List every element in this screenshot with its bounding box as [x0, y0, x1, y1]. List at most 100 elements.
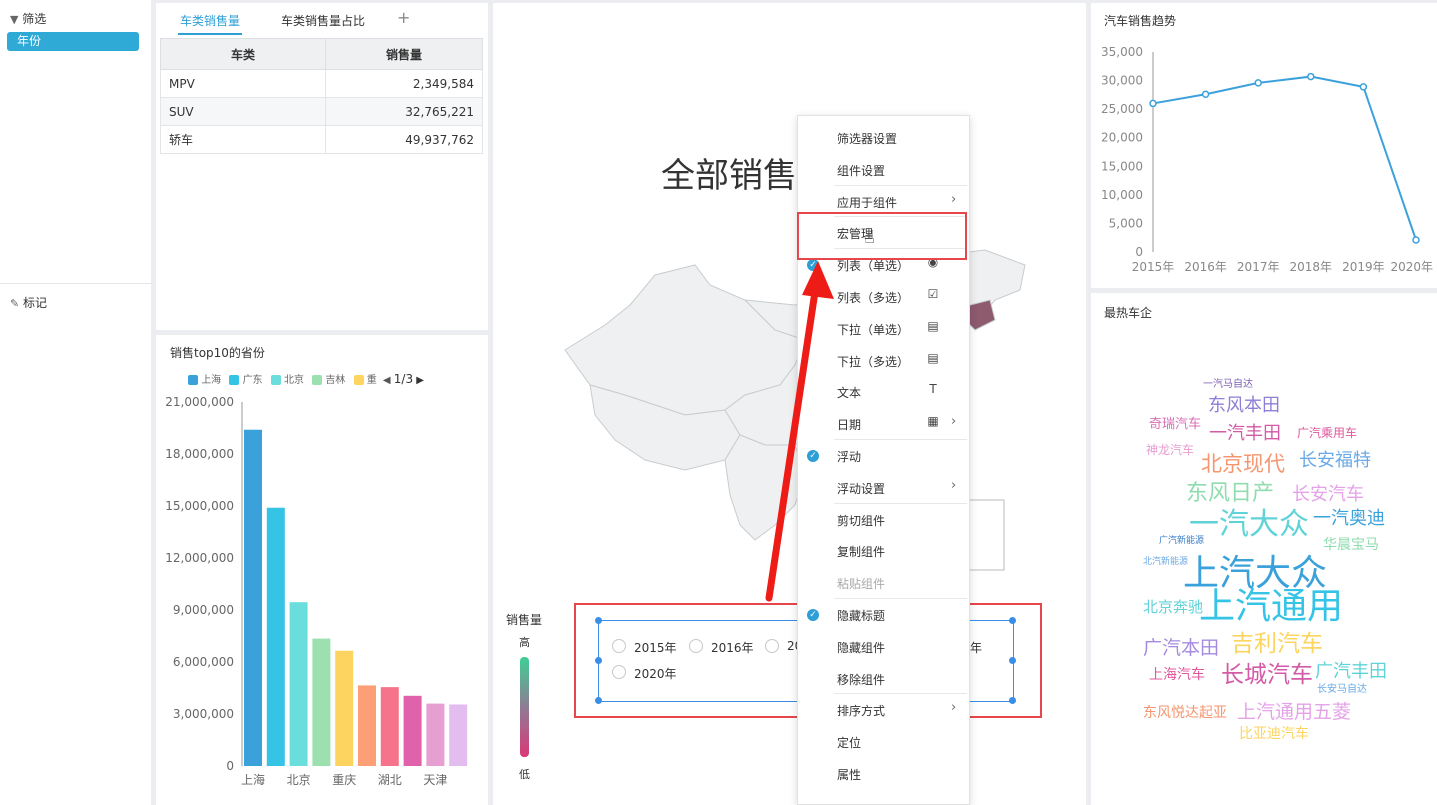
data-point[interactable] — [1254, 79, 1262, 87]
wordcloud-word[interactable]: 比亚迪汽车 — [1239, 727, 1309, 741]
legend-item[interactable]: 上海 — [188, 375, 221, 386]
menu-item-label: 文本 — [837, 386, 862, 401]
x-tick-label: 天津 — [423, 773, 447, 787]
legend-page: 1/3 — [393, 372, 414, 386]
wordcloud-word[interactable]: 一汽大众 — [1189, 510, 1309, 540]
y-tick-label: 0 — [226, 759, 234, 773]
wordcloud-word[interactable]: 神龙汽车 — [1146, 444, 1194, 456]
column-header-sales[interactable]: 销售量 — [325, 38, 483, 70]
menu-item[interactable]: 组件设置 — [798, 154, 968, 186]
wordcloud-word[interactable]: 东风本田 — [1208, 397, 1280, 415]
x-tick-label: 2016年 — [1184, 260, 1227, 274]
data-point[interactable] — [1412, 236, 1420, 244]
line-chart-title: 汽车销售趋势 — [1104, 14, 1177, 28]
wordcloud-word[interactable]: 一汽奥迪 — [1313, 510, 1385, 528]
wordcloud-word[interactable]: 北京现代 — [1201, 454, 1285, 475]
tab-sales-volume[interactable]: 车类销售量 — [180, 12, 240, 29]
map-title: 全部销售 — [661, 156, 797, 196]
menu-item-label: 粘贴组件 — [837, 577, 886, 592]
map-legend-title: 销售量 — [506, 613, 543, 627]
data-point[interactable] — [1307, 72, 1315, 81]
wordcloud-word[interactable]: 奇瑞汽车 — [1149, 418, 1201, 431]
x-tick-label: 北京 — [287, 773, 311, 787]
y-tick-label: 21,000,000 — [165, 395, 234, 409]
wordcloud-word[interactable]: 上汽通用 — [1199, 589, 1343, 625]
tab-sales-share[interactable]: 车类销售量占比 — [281, 12, 365, 29]
legend-label: 上海 — [201, 375, 222, 386]
legend-label: 重 — [366, 375, 377, 386]
bar-chart-title: 销售top10的省份 — [170, 346, 265, 360]
legend-label: 广东 — [242, 375, 263, 386]
wordcloud-word[interactable]: 吉利汽车 — [1231, 633, 1323, 656]
y-tick-label: 18,000,000 — [165, 447, 234, 461]
wordcloud-word[interactable]: 长城汽车 — [1221, 664, 1313, 687]
table-cell: SUV — [160, 97, 326, 126]
bar[interactable] — [358, 685, 376, 766]
bar[interactable] — [403, 695, 422, 766]
menu-item-label: 下拉（多选） — [837, 354, 910, 369]
menu-item[interactable]: 排序方式 › — [798, 694, 968, 726]
table-row[interactable]: MPV 2,349,584 — [160, 69, 483, 98]
legend-swatch — [188, 375, 198, 385]
legend-item[interactable]: 重 — [353, 375, 377, 386]
annotation-arrow — [765, 261, 834, 602]
menu-item[interactable]: 属性 — [798, 758, 968, 790]
x-tick-label: 2020年 — [1390, 260, 1433, 274]
column-header-category[interactable]: 车类 — [160, 38, 326, 70]
data-point[interactable] — [1359, 83, 1368, 91]
bar[interactable] — [335, 650, 354, 766]
wordcloud-word[interactable]: 广汽丰田 — [1315, 663, 1387, 681]
wordcloud-word[interactable]: 东风悦达起亚 — [1143, 706, 1227, 720]
menu-item-label: 应用于组件 — [837, 195, 898, 210]
y-tick-label: 3,000,000 — [173, 707, 234, 721]
tab-active-underline — [178, 33, 242, 35]
legend-prev-icon[interactable]: ◀ — [383, 375, 391, 386]
data-point[interactable] — [1149, 99, 1157, 108]
menu-item-label: 列表（多选） — [837, 291, 910, 305]
legend-item[interactable]: 广东 — [229, 375, 263, 386]
x-tick-label: 2017年 — [1237, 260, 1280, 274]
filter-chip-year[interactable]: 年份 — [7, 32, 139, 51]
bar[interactable] — [449, 704, 468, 766]
data-point[interactable] — [1201, 90, 1210, 99]
add-tab-button[interactable]: + — [397, 8, 410, 27]
bar[interactable] — [244, 429, 262, 766]
wordcloud-word[interactable]: 一汽丰田 — [1209, 425, 1281, 443]
bar[interactable] — [266, 507, 285, 766]
wordcloud-word[interactable]: 广汽乘用车 — [1297, 427, 1357, 439]
marks-section-header: ✎ 标记 — [10, 294, 47, 311]
wordcloud-word[interactable]: 上海汽车 — [1149, 668, 1205, 682]
wordcloud-word[interactable]: 华晨宝马 — [1323, 538, 1379, 552]
x-tick-label: 重庆 — [332, 773, 356, 787]
bar[interactable] — [380, 687, 399, 766]
menu-item[interactable]: 定位 — [798, 726, 968, 758]
legend-next-icon[interactable]: ▶ — [416, 375, 424, 386]
legend-item[interactable]: 吉林 — [312, 375, 345, 386]
y-tick-label: 15,000 — [1101, 159, 1143, 173]
wordcloud-word[interactable]: 一汽马自达 — [1203, 380, 1253, 390]
wordcloud-word[interactable]: 北京奔驰 — [1143, 600, 1203, 615]
legend-item[interactable]: 北京 — [270, 375, 304, 386]
y-tick-label: 35,000 — [1101, 45, 1143, 59]
menu-item[interactable]: 移除组件 — [798, 663, 968, 695]
map-legend-low: 低 — [519, 768, 530, 781]
menu-item-label: 组件设置 — [837, 163, 886, 178]
wordcloud-word[interactable]: 北汽新能源 — [1143, 558, 1188, 567]
wordcloud-word[interactable]: 广汽本田 — [1143, 639, 1219, 658]
bar[interactable] — [289, 602, 308, 766]
bar[interactable] — [426, 703, 445, 766]
table-cell: 2,349,584 — [325, 69, 483, 98]
wordcloud-word[interactable]: 长安马自达 — [1317, 685, 1367, 695]
wordcloud-word[interactable]: 上汽通用五菱 — [1237, 703, 1351, 722]
table-row[interactable]: SUV 32,765,221 — [160, 97, 483, 126]
wordcloud-word[interactable]: 东风日产 — [1186, 483, 1274, 505]
wordcloud-word[interactable]: 广汽新能源 — [1159, 537, 1204, 546]
table-row[interactable]: 轿车 49,937,762 — [160, 125, 483, 154]
highlight-box-macro — [797, 212, 967, 260]
x-tick-label: 2019年 — [1342, 260, 1385, 274]
wordcloud-word[interactable]: 长安福特 — [1299, 452, 1371, 470]
bar[interactable] — [312, 638, 331, 766]
wordcloud-word[interactable]: 长安汽车 — [1292, 486, 1364, 504]
menu-item[interactable]: 筛选器设置 — [798, 122, 968, 154]
menu-item[interactable]: 隐藏组件 — [798, 631, 968, 663]
